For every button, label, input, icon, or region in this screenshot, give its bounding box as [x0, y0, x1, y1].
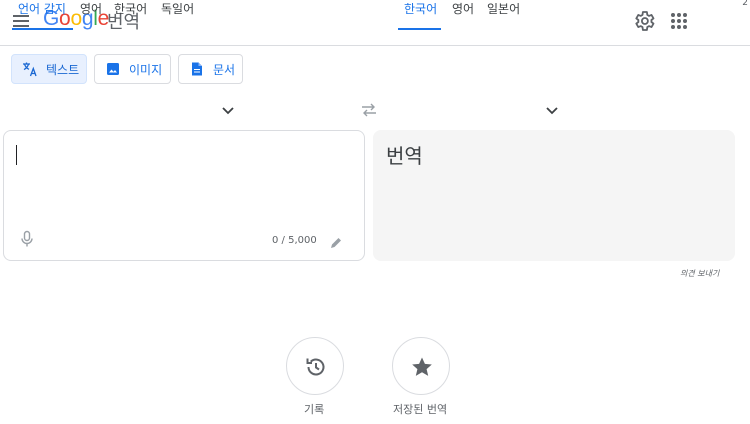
image-mode-label: 이미지 [129, 62, 163, 77]
handwriting-pencil-icon[interactable] [329, 235, 343, 249]
source-lang-detect-tab[interactable]: 언어 감지 [12, 0, 73, 30]
source-text-panel[interactable]: 0 / 5,000 [3, 130, 365, 261]
source-lang-english-tab[interactable]: 영어 [80, 0, 102, 30]
history-icon [306, 358, 325, 376]
source-lang-korean-tab[interactable]: 한국어 [114, 0, 147, 30]
star-icon [412, 357, 432, 376]
swap-languages-icon[interactable] [360, 101, 378, 119]
translation-output-panel: 번역 [373, 130, 735, 261]
apps-grid-icon[interactable] [667, 9, 691, 33]
target-lang-chevron-down-icon[interactable] [543, 101, 561, 119]
character-counter: 0 / 5,000 [272, 235, 317, 246]
target-lang-english-tab[interactable]: 영어 [452, 0, 474, 30]
source-lang-chevron-down-icon[interactable] [219, 101, 237, 119]
edge-mark: 2 [742, 0, 748, 8]
image-icon [105, 61, 121, 77]
saved-translations-label: 저장된 번역 [393, 403, 448, 416]
saved-translations-button[interactable] [392, 337, 450, 395]
image-mode-button[interactable]: 이미지 [94, 54, 171, 84]
document-mode-button[interactable]: 문서 [178, 54, 243, 84]
target-lang-korean-tab[interactable]: 한국어 [398, 0, 441, 30]
document-icon [189, 61, 205, 77]
document-mode-label: 문서 [213, 62, 236, 77]
text-mode-button[interactable]: 텍스트 [11, 54, 87, 84]
source-lang-german-tab[interactable]: 독일어 [161, 0, 194, 30]
microphone-icon[interactable] [19, 230, 35, 248]
target-lang-japanese-tab[interactable]: 일본어 [487, 0, 520, 30]
send-feedback-link[interactable]: 의견 보내기 [680, 268, 719, 279]
history-label: 기록 [304, 403, 325, 416]
translation-placeholder: 번역 [386, 144, 423, 168]
translate-icon [22, 61, 38, 77]
settings-gear-icon[interactable] [632, 9, 656, 33]
history-button[interactable] [286, 337, 344, 395]
text-cursor [16, 145, 17, 165]
text-mode-label: 텍스트 [46, 62, 80, 77]
top-bar: Google 번역 2 [0, 0, 750, 46]
